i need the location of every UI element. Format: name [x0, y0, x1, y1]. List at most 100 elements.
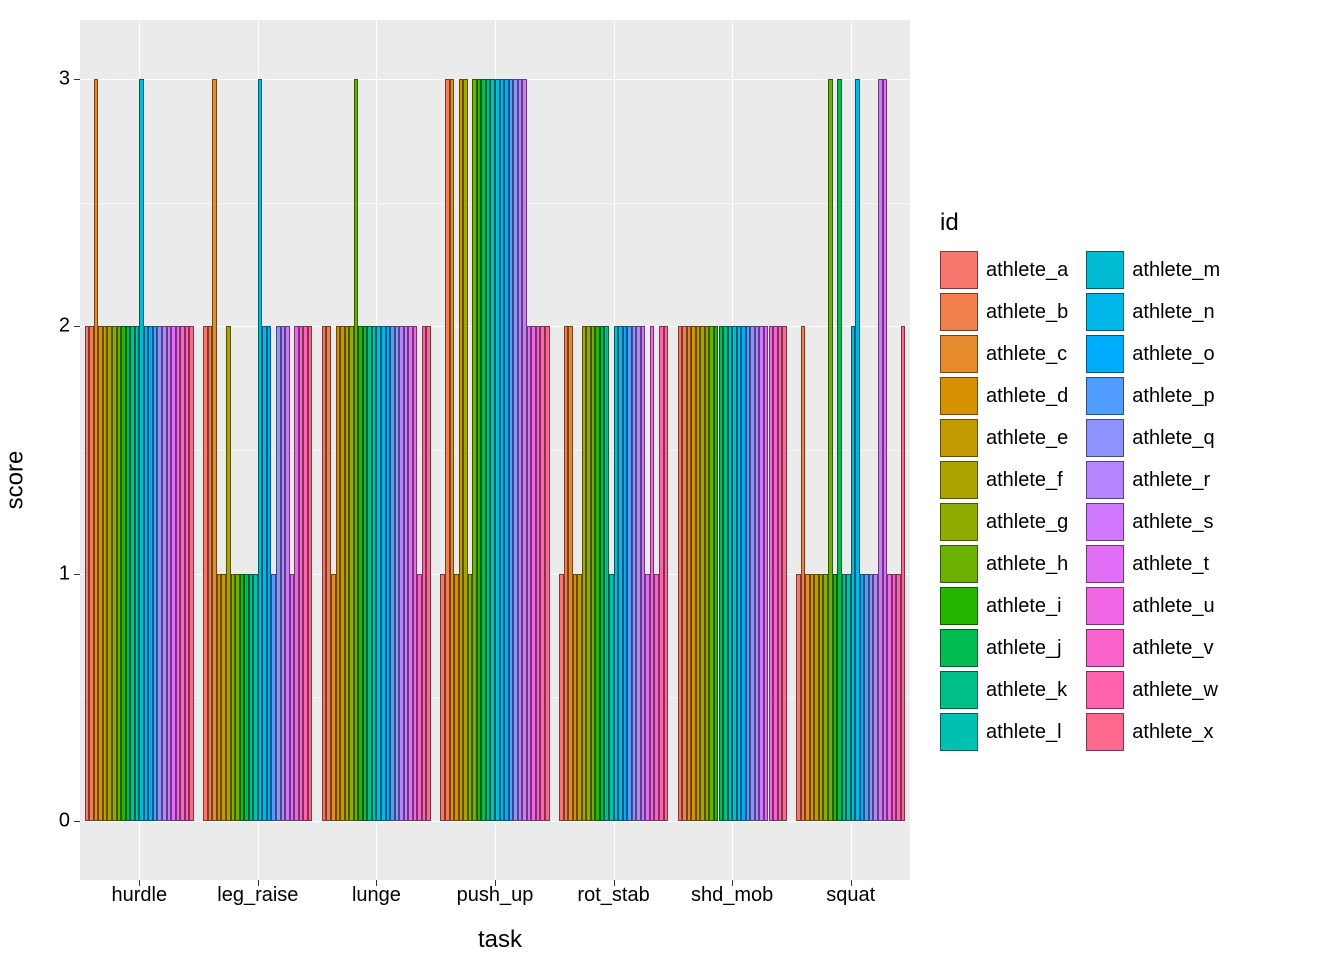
legend-key	[1086, 461, 1124, 499]
legend-label: athlete_s	[1132, 511, 1213, 534]
legend-label: athlete_g	[986, 511, 1068, 534]
legend-item: athlete_k	[940, 671, 1068, 709]
legend-item: athlete_n	[1086, 293, 1220, 331]
legend-label: athlete_q	[1132, 427, 1214, 450]
legend-item: athlete_q	[1086, 419, 1220, 457]
legend-label: athlete_t	[1132, 553, 1209, 576]
legend-label: athlete_f	[986, 469, 1063, 492]
legend-key	[1086, 629, 1124, 667]
x-tick-mark	[376, 880, 377, 886]
legend-item: athlete_o	[1086, 335, 1220, 373]
legend-item: athlete_w	[1086, 671, 1220, 709]
x-tick-label: rot_stab	[577, 884, 649, 907]
legend-label: athlete_u	[1132, 595, 1214, 618]
legend-item: athlete_d	[940, 377, 1068, 415]
legend-label: athlete_k	[986, 679, 1067, 702]
x-tick-mark	[495, 880, 496, 886]
legend-item: athlete_h	[940, 545, 1068, 583]
legend-label: athlete_j	[986, 637, 1062, 660]
legend-label: athlete_r	[1132, 469, 1210, 492]
legend-key	[1086, 587, 1124, 625]
legend: id athlete_aathlete_bathlete_cathlete_da…	[920, 209, 1340, 751]
legend-item: athlete_b	[940, 293, 1068, 331]
legend-title: id	[940, 209, 1340, 237]
legend-columns: athlete_aathlete_bathlete_cathlete_dathl…	[940, 251, 1340, 751]
legend-label: athlete_b	[986, 301, 1068, 324]
chart-container: score task 0123hurdleleg_raiselungepush_…	[0, 0, 1344, 960]
legend-label: athlete_o	[1132, 343, 1214, 366]
legend-label: athlete_e	[986, 427, 1068, 450]
x-tick-label: hurdle	[111, 884, 167, 907]
legend-key	[1086, 503, 1124, 541]
bar	[545, 326, 550, 820]
bar	[664, 326, 669, 820]
legend-key	[940, 503, 978, 541]
x-tick-mark	[614, 880, 615, 886]
legend-item: athlete_g	[940, 503, 1068, 541]
y-tick-mark	[74, 326, 80, 327]
bar	[782, 326, 787, 820]
legend-key	[940, 629, 978, 667]
y-tick-label: 0	[40, 809, 70, 832]
legend-key	[1086, 545, 1124, 583]
legend-label: athlete_l	[986, 721, 1062, 744]
legend-item: athlete_j	[940, 629, 1068, 667]
legend-key	[1086, 713, 1124, 751]
legend-item: athlete_u	[1086, 587, 1220, 625]
legend-item: athlete_s	[1086, 503, 1220, 541]
legend-item: athlete_r	[1086, 461, 1220, 499]
y-tick-mark	[74, 574, 80, 575]
legend-label: athlete_h	[986, 553, 1068, 576]
x-tick-label: squat	[826, 884, 875, 907]
legend-key	[940, 293, 978, 331]
bar	[189, 326, 194, 820]
legend-key	[940, 713, 978, 751]
legend-key	[940, 377, 978, 415]
legend-label: athlete_c	[986, 343, 1067, 366]
legend-item: athlete_e	[940, 419, 1068, 457]
legend-key	[940, 587, 978, 625]
y-tick-label: 3	[40, 68, 70, 91]
legend-key	[1086, 293, 1124, 331]
y-tick-label: 1	[40, 562, 70, 585]
y-tick-mark	[74, 79, 80, 80]
legend-label: athlete_i	[986, 595, 1062, 618]
legend-item: athlete_f	[940, 461, 1068, 499]
legend-key	[940, 251, 978, 289]
legend-item: athlete_t	[1086, 545, 1220, 583]
legend-key	[940, 545, 978, 583]
x-tick-label: lunge	[352, 884, 401, 907]
legend-key	[940, 419, 978, 457]
legend-item: athlete_a	[940, 251, 1068, 289]
bar	[901, 326, 906, 820]
x-tick-mark	[139, 880, 140, 886]
legend-key	[940, 671, 978, 709]
legend-column: athlete_m athlete_n athlete_o athlete_pathl…	[1086, 251, 1220, 751]
x-tick-mark	[732, 880, 733, 886]
legend-label: athlete_x	[1132, 721, 1213, 744]
legend-item: athlete_c	[940, 335, 1068, 373]
bar	[308, 326, 313, 820]
legend-key	[940, 335, 978, 373]
y-tick-label: 2	[40, 315, 70, 338]
y-tick-mark	[74, 821, 80, 822]
x-tick-label: shd_mob	[691, 884, 773, 907]
legend-key	[1086, 671, 1124, 709]
legend-label: athlete_m	[1132, 259, 1220, 282]
legend-key	[1086, 377, 1124, 415]
legend-key	[1086, 419, 1124, 457]
x-tick-label: push_up	[457, 884, 534, 907]
legend-label: athlete_n	[1132, 301, 1214, 324]
legend-label: athlete_w	[1132, 679, 1218, 702]
bar	[426, 326, 431, 820]
legend-key	[940, 461, 978, 499]
legend-label: athlete_v	[1132, 637, 1213, 660]
x-axis-title: task	[80, 926, 920, 954]
plot-region: score task 0123hurdleleg_raiselungepush_…	[0, 0, 920, 960]
x-tick-label: leg_raise	[217, 884, 298, 907]
legend-label: athlete_a	[986, 259, 1068, 282]
legend-item: athlete_l	[940, 713, 1068, 751]
legend-item: athlete_i	[940, 587, 1068, 625]
legend-column: athlete_a athlete_b athlete_c athlete_dathl…	[940, 251, 1068, 751]
legend-item: athlete_p	[1086, 377, 1220, 415]
